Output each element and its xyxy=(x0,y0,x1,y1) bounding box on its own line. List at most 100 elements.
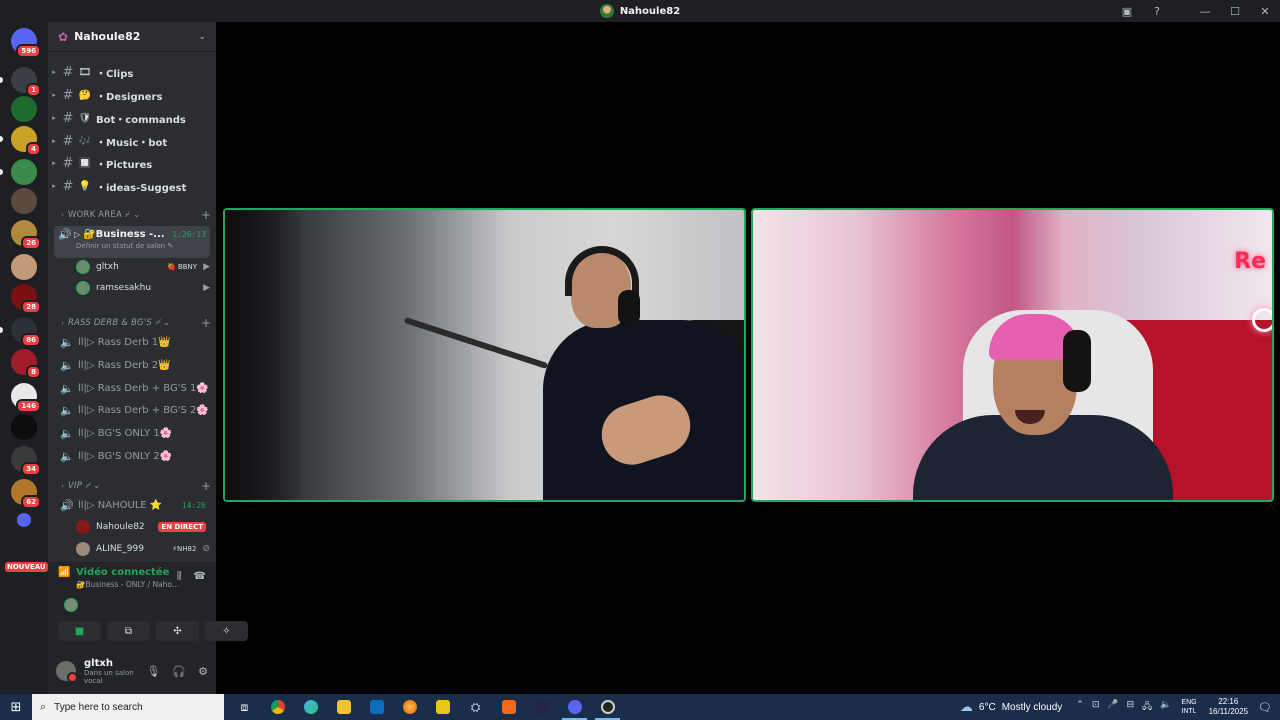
voice-channel-nahoule[interactable]: 🔊 ll|▷ NAHOULE ⭐ 14:26 xyxy=(48,495,216,515)
usb-icon[interactable]: ⊟ xyxy=(1127,699,1135,715)
active-voice-channel[interactable]: 🔊 ▷ 🔐Business -... 1:26:13 Définir un st… xyxy=(54,226,210,258)
app-orange-icon[interactable] xyxy=(492,694,525,720)
windows-start-button[interactable]: ⊞ xyxy=(0,694,32,720)
voice-channel-rass-derb-bgs-2[interactable]: 🔈 ll|▷ Rass Derb + BG'S 2🌸 xyxy=(48,400,216,420)
voice-timer: 14:26 xyxy=(181,500,206,510)
category-work-area[interactable]: › WORK AREA ⌿ ⌄ + xyxy=(48,207,216,223)
screen-share-button[interactable]: ⧉ xyxy=(107,621,150,641)
voice-user[interactable]: gltxh 🍓 BBNY ▶ xyxy=(76,257,210,277)
outlook-icon[interactable] xyxy=(360,694,393,720)
category-arrow-icon: › xyxy=(61,482,64,490)
server-icon[interactable]: 28 xyxy=(11,284,41,314)
firefox-icon[interactable] xyxy=(393,694,426,720)
chrome-icon[interactable] xyxy=(261,694,294,720)
server-header[interactable]: ✿ Nahoule82 ⌄ xyxy=(48,22,216,52)
steam-icon[interactable]: ⛭ xyxy=(459,694,492,720)
server-icon[interactable]: 34 xyxy=(11,446,41,476)
noise-suppression-icon[interactable]: ⫼ xyxy=(177,571,182,582)
server-icon[interactable] xyxy=(11,188,37,214)
notes-icon[interactable] xyxy=(426,694,459,720)
mention-badge: 26 xyxy=(21,236,41,250)
video-tile[interactable] xyxy=(223,208,746,502)
voice-user[interactable]: ALINE_999 ⚡NH82 ⊘ xyxy=(76,539,210,559)
channel-bot-commands[interactable]: ▸ # 🛡 Bot・commands xyxy=(48,108,216,128)
help-icon[interactable]: ? xyxy=(1142,0,1172,22)
server-icon[interactable]: 86 xyxy=(0,317,41,347)
title-bar: Nahoule82 ▣ ? — ☐ ✕ xyxy=(0,0,1280,22)
weather-widget[interactable]: ☁ 6°C Mostly cloudy xyxy=(960,699,1062,715)
inbox-icon[interactable]: ▣ xyxy=(1112,0,1142,22)
play-icon: ▷ xyxy=(74,229,81,239)
server-icon[interactable]: 26 xyxy=(11,220,41,250)
server-icon[interactable] xyxy=(11,254,37,280)
voice-user-name: Nahoule82 xyxy=(96,522,145,532)
voice-connection-panel: 📶 Vidéo connectée 🔐Business - ONLY / Nah… xyxy=(48,562,248,648)
hash-icon: # xyxy=(62,110,74,126)
taskbar-search[interactable]: ⌕ Type here to search xyxy=(32,694,224,720)
category-vip[interactable]: › VIP ⌿ ⌄ + xyxy=(48,478,216,494)
soundboard-button[interactable]: ✧ xyxy=(205,621,248,641)
taskbar: ⊞ ⌕ Type here to search ⧈ ⛭ ☁ 6°C Mostly… xyxy=(0,694,1280,720)
channel-status[interactable]: Définir un statut de salon ✎ xyxy=(54,242,210,250)
gear-icon[interactable]: ⚙ xyxy=(198,665,208,678)
server-icon[interactable]: 596 xyxy=(11,28,41,58)
voice-channel-rass-derb-2[interactable]: 🔈 ll|▷ Rass Derb 2👑 xyxy=(48,355,216,375)
voice-channel-rass-derb-1[interactable]: 🔈 ll|▷ Rass Derb 1👑 xyxy=(48,332,216,352)
notification-icon[interactable]: 🗨 xyxy=(1258,701,1272,714)
microphone-icon[interactable]: 🎙 xyxy=(146,665,160,678)
voice-channel-bgs-only-1[interactable]: 🔈 ll|▷ BG'S ONLY 1🌸 xyxy=(48,423,216,443)
chevron-down-icon: ⌄ xyxy=(198,31,206,42)
add-channel-icon[interactable]: + xyxy=(196,208,216,222)
clock[interactable]: 22:16 16/11/2025 xyxy=(1209,697,1248,717)
server-icon[interactable] xyxy=(17,513,31,527)
discord-icon[interactable] xyxy=(558,694,591,720)
collapse-arrow-icon: ▸ xyxy=(52,68,56,76)
camera-button[interactable]: ■ xyxy=(58,621,101,641)
disconnect-icon[interactable]: ☎ xyxy=(194,571,206,582)
close-button[interactable]: ✕ xyxy=(1250,0,1280,22)
server-icon[interactable] xyxy=(11,96,37,122)
maximize-button[interactable]: ☐ xyxy=(1220,0,1250,22)
channel-pictures[interactable]: ▸ # 🔲 ・Pictures xyxy=(48,153,216,173)
server-icon[interactable]: 8 xyxy=(11,349,41,379)
activities-button[interactable]: ✣ xyxy=(156,621,199,641)
server-icon[interactable] xyxy=(11,414,37,440)
weather-desc: Mostly cloudy xyxy=(1001,701,1063,713)
server-icon[interactable]: 62 xyxy=(11,479,41,509)
volume-icon[interactable]: 🔈 xyxy=(1160,699,1171,715)
network-icon[interactable]: 🖧 xyxy=(1142,699,1152,715)
category-rass-derb[interactable]: › RASS DERB & BG'S ⌿ ⌄ + xyxy=(48,315,216,331)
channel-music-bot[interactable]: ▸ # 🎶 ・Music・bot xyxy=(48,131,216,151)
collapse-arrow-icon: ▸ xyxy=(52,159,56,167)
channel-clips[interactable]: ▸ # 🎞 ・Clips xyxy=(48,62,216,82)
voice-user[interactable]: ramsesakhu ▶ xyxy=(76,278,210,298)
voice-channel-rass-derb-bgs-1[interactable]: 🔈 ll|▷ Rass Derb + BG'S 1🌸 xyxy=(48,378,216,398)
video-tile[interactable]: Re xyxy=(751,208,1274,502)
avatar[interactable] xyxy=(56,661,78,683)
voice-channel-bgs-only-2[interactable]: 🔈 ll|▷ BG'S ONLY 2🌸 xyxy=(48,446,216,466)
avatar xyxy=(76,281,90,295)
file-explorer-icon[interactable] xyxy=(327,694,360,720)
channel-designers[interactable]: ▸ # 🤔 ・Designers xyxy=(48,85,216,105)
server-icon[interactable]: 4 xyxy=(0,126,41,156)
server-icon[interactable]: 146 xyxy=(11,383,41,413)
language-indicator[interactable]: ENG INTL xyxy=(1181,698,1196,716)
connected-channel-link[interactable]: 🔐Business - ONLY / Naho... xyxy=(76,580,179,589)
add-channel-icon[interactable]: + xyxy=(196,479,216,493)
channel-ideas-suggest[interactable]: ▸ # 💡 ・ideas-Suggest xyxy=(48,176,216,196)
add-channel-icon[interactable]: + xyxy=(196,316,216,330)
server-icon[interactable]: 1 xyxy=(0,67,41,97)
obs-icon[interactable] xyxy=(591,694,624,720)
voice-user-name: ALINE_999 xyxy=(96,544,144,554)
minimize-button[interactable]: — xyxy=(1190,0,1220,22)
headphones-icon[interactable]: 🎧 xyxy=(172,665,186,678)
chevron-up-icon[interactable]: ⌃ xyxy=(1076,699,1084,715)
task-view-icon[interactable]: ⧈ xyxy=(228,694,261,720)
edge-icon[interactable] xyxy=(294,694,327,720)
voice-user[interactable]: Nahoule82 EN DIRECT xyxy=(76,517,210,537)
microphone-tray-icon[interactable]: 🎤 xyxy=(1107,699,1118,715)
server-icon[interactable] xyxy=(0,159,37,185)
tray-app-icon[interactable]: ⊡ xyxy=(1092,699,1100,715)
user-tag: 🍓 BBNY xyxy=(167,263,198,271)
app-dark-icon[interactable] xyxy=(525,694,558,720)
